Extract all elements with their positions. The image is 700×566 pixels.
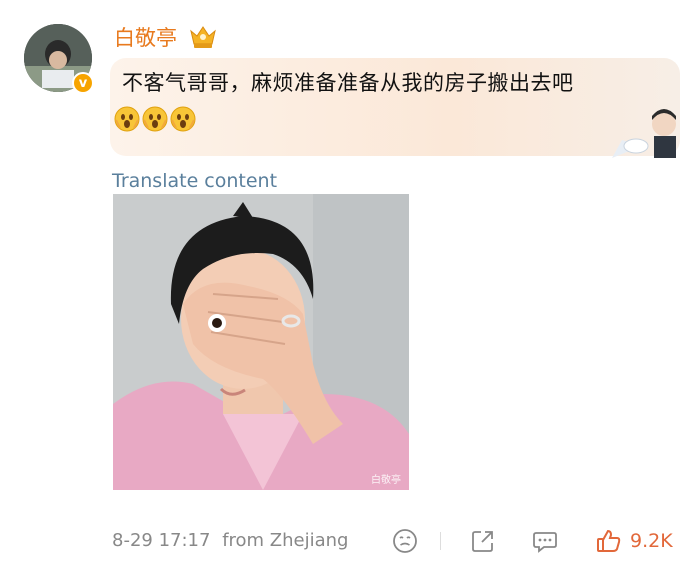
scared-face-icon [170,106,196,132]
comment-icon[interactable] [532,528,558,554]
share-icon[interactable] [470,528,496,554]
emoji-row [114,106,196,132]
post-timestamp: 8-29 17:17 [112,530,211,551]
like-count: 9.2K [630,530,673,552]
verified-v-icon: v [72,72,94,94]
post-meta: 8-29 17:17 from Zhejiang [112,528,348,554]
thumbs-up-icon[interactable] [596,528,622,554]
footer-divider [440,532,441,550]
translate-link[interactable]: Translate content [112,168,277,194]
scared-face-icon [142,106,168,132]
scared-face-icon [114,106,140,132]
post-image[interactable]: 白敬亭 [113,194,409,490]
image-watermark: 白敬亭 [371,475,401,486]
bubble-decoration [612,109,676,158]
crown-icon [190,26,216,48]
post-text: 不客气哥哥，麻烦准备准备从我的房子搬出去吧 [122,71,574,95]
username[interactable]: 白敬亭 [114,24,177,52]
post-location: from Zhejiang [222,530,349,551]
emoji-react-icon[interactable] [392,528,418,554]
